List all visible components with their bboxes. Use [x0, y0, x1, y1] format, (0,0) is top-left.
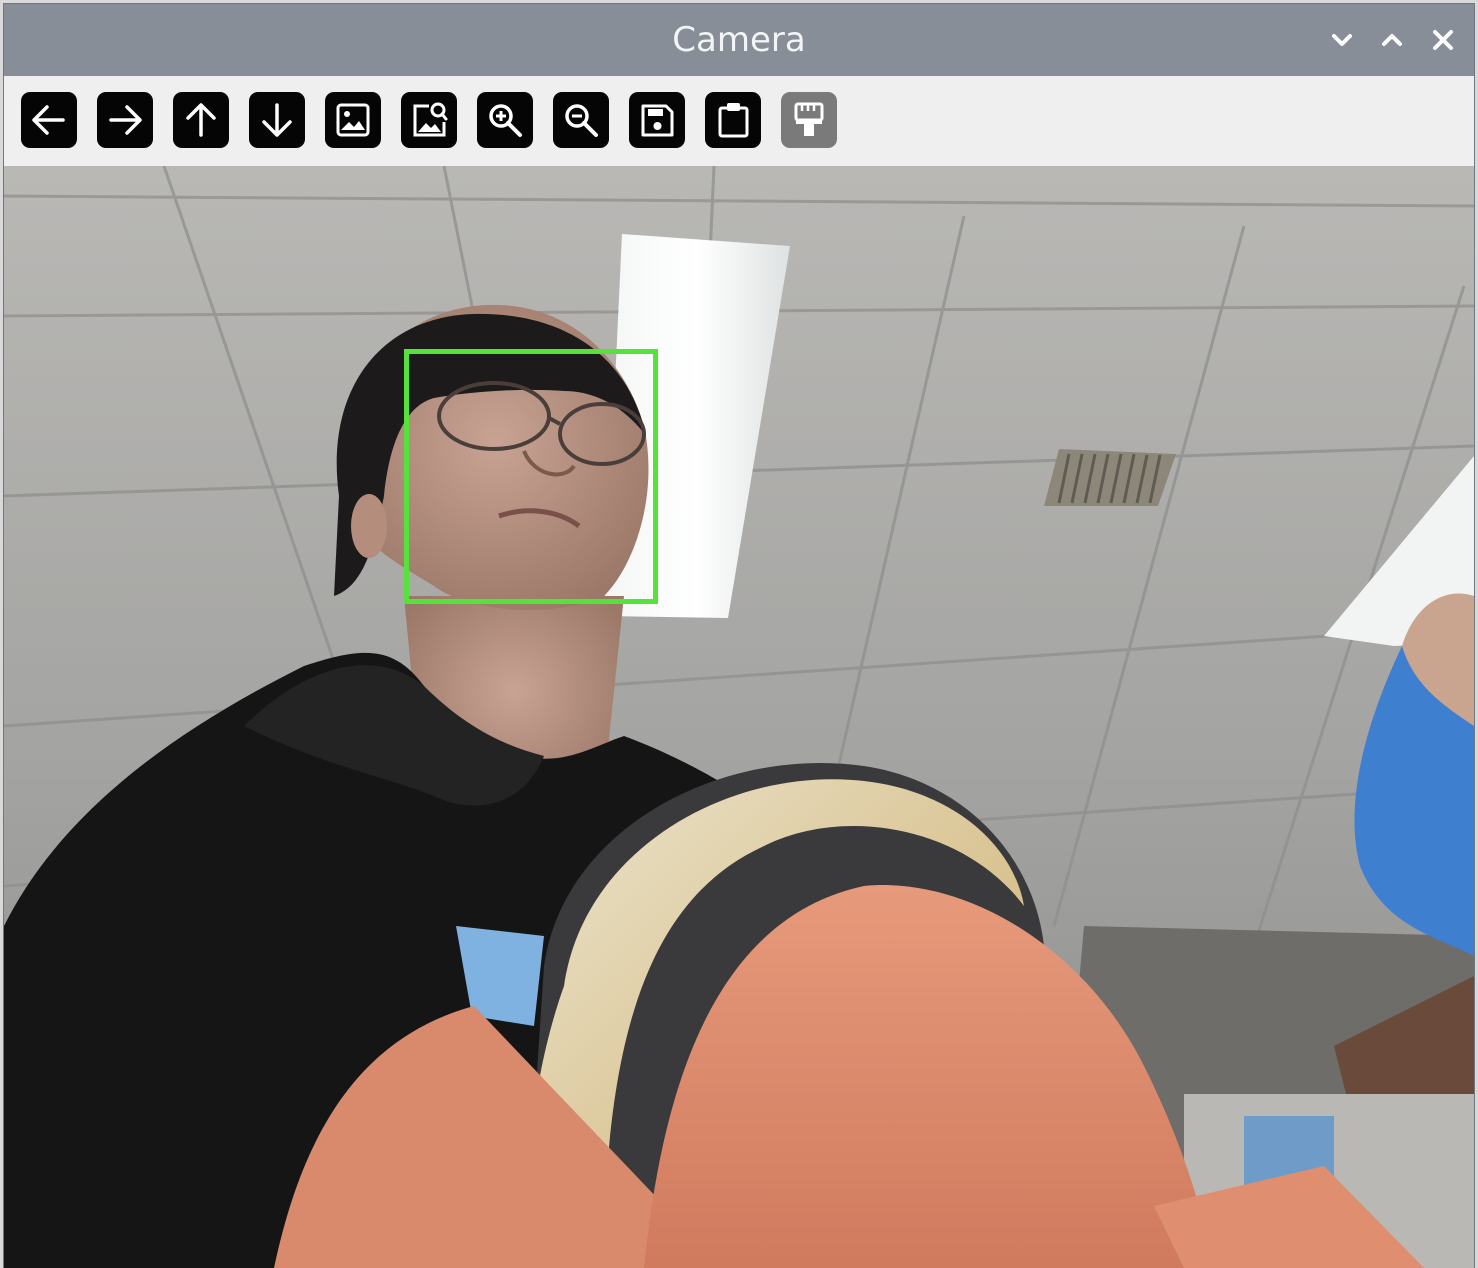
camera-feed — [4, 166, 1474, 1268]
arrow-left-icon — [32, 105, 65, 135]
down-button[interactable] — [249, 92, 305, 148]
title-bar[interactable]: Camera — [4, 4, 1474, 76]
arrow-down-icon — [262, 103, 292, 137]
save-button[interactable] — [629, 92, 685, 148]
maximize-button[interactable] — [1374, 22, 1410, 58]
close-icon — [1433, 30, 1453, 50]
zoom-in-button[interactable] — [477, 92, 533, 148]
zoom-out-button[interactable] — [553, 92, 609, 148]
image-button[interactable] — [325, 92, 381, 148]
arrow-right-icon — [109, 105, 142, 135]
properties-button[interactable] — [781, 92, 837, 148]
window-title: Camera — [672, 20, 806, 60]
clipboard-button[interactable] — [705, 92, 761, 148]
paint-brush-icon — [794, 102, 824, 136]
face-detection-box — [404, 349, 658, 604]
minimize-button[interactable] — [1324, 22, 1360, 58]
zoom-out-icon — [565, 104, 598, 137]
maximize-icon — [1382, 34, 1402, 46]
toolbar — [4, 76, 1474, 166]
clipboard-icon — [718, 103, 749, 138]
image-search-icon — [413, 102, 448, 137]
image-search-button[interactable] — [401, 92, 457, 148]
back-button[interactable] — [21, 92, 77, 148]
save-icon — [641, 104, 674, 137]
camera-frame — [4, 166, 1474, 1268]
zoom-in-icon — [489, 104, 522, 137]
forward-button[interactable] — [97, 92, 153, 148]
minimize-icon — [1332, 34, 1352, 46]
close-button[interactable] — [1425, 22, 1461, 58]
up-button[interactable] — [173, 92, 229, 148]
image-icon — [336, 103, 370, 137]
arrow-up-icon — [186, 103, 216, 137]
camera-window: Camera — [4, 4, 1474, 1268]
